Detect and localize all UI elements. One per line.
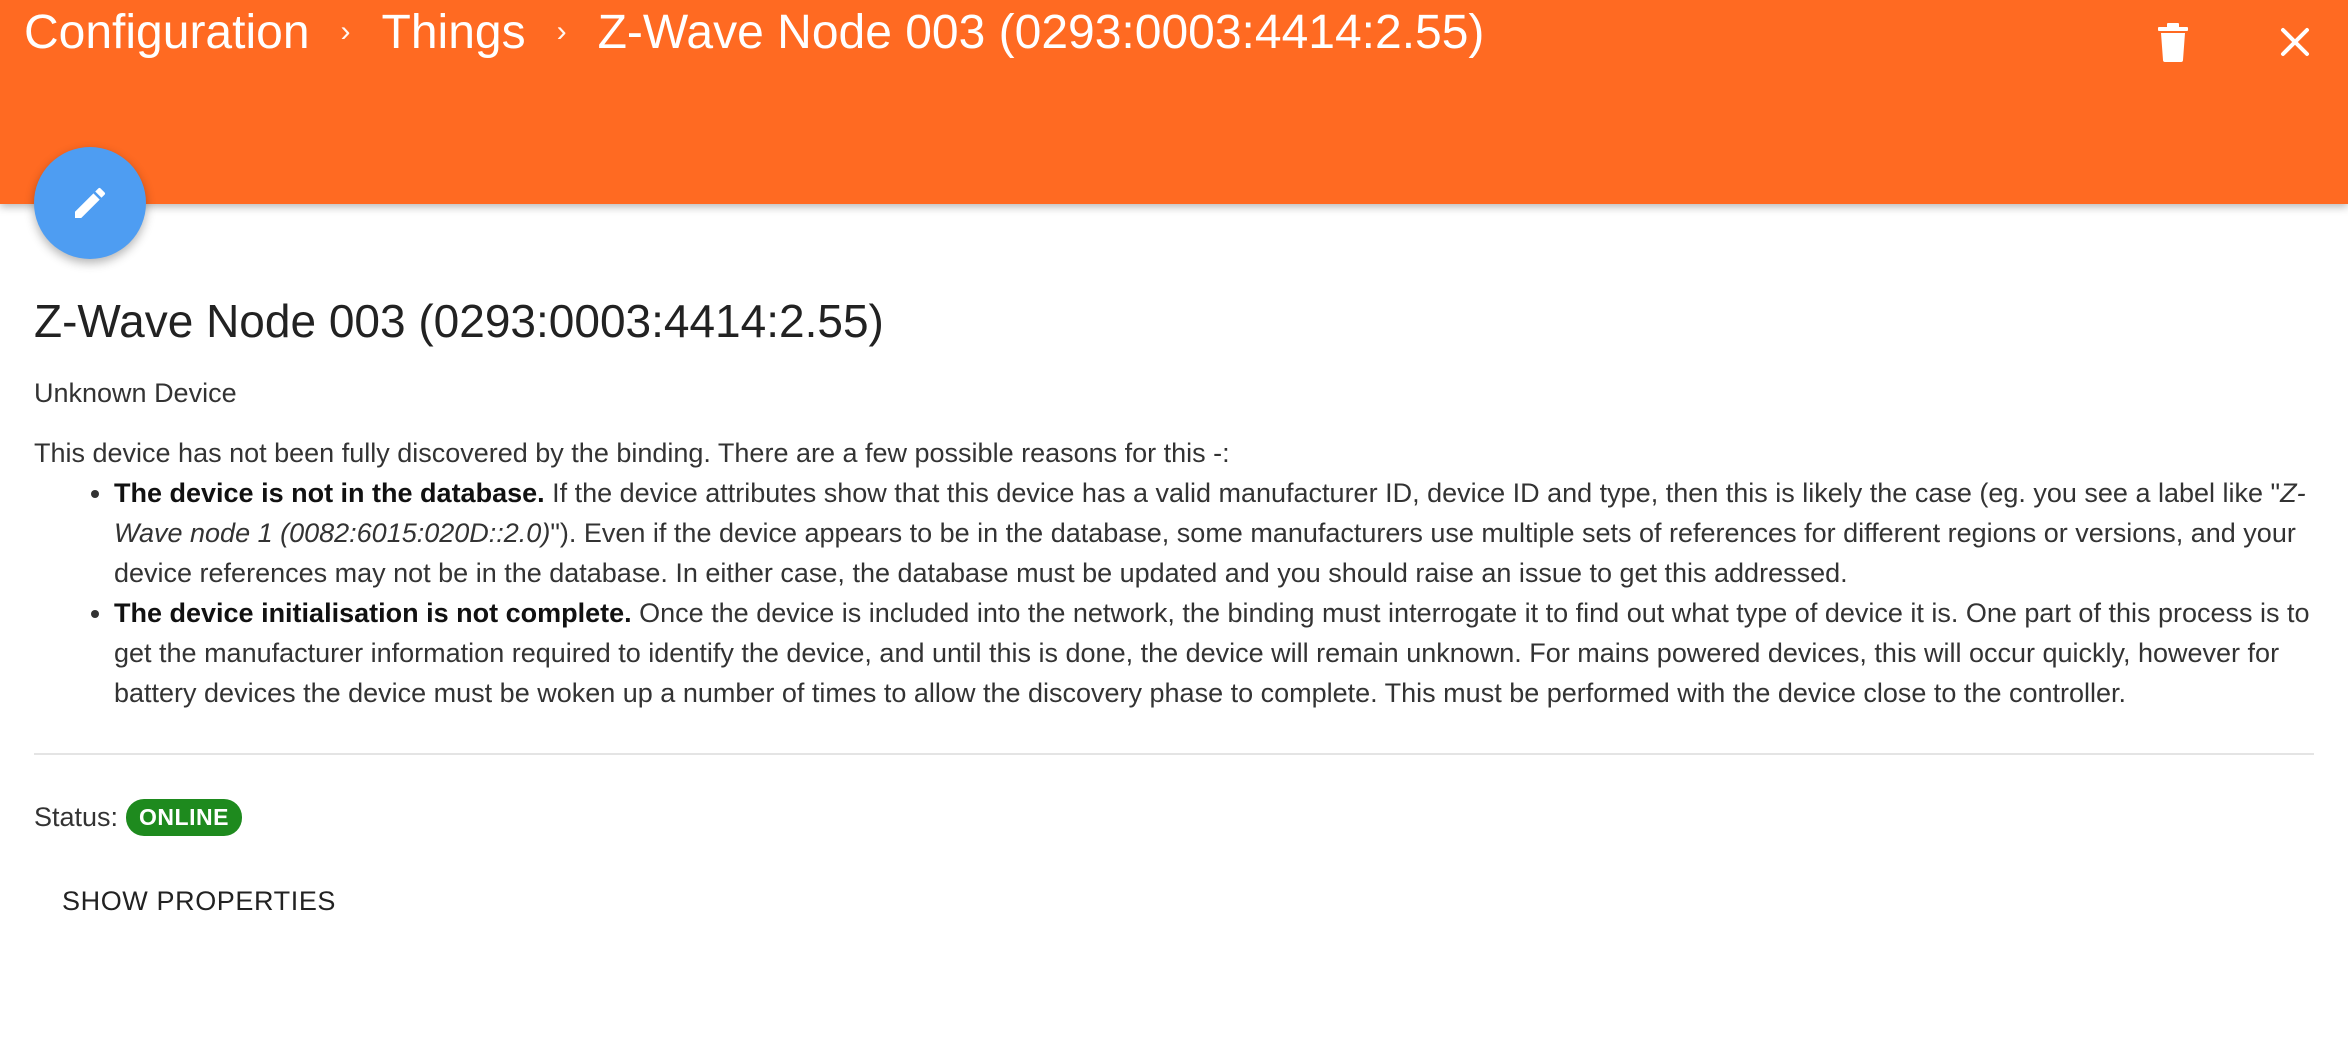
- edit-fab-button[interactable]: [34, 147, 146, 259]
- pencil-icon: [75, 187, 106, 218]
- status-label: Status:: [34, 802, 119, 832]
- description-intro: This device has not been fully discovere…: [34, 438, 1230, 468]
- app-header: Configuration › Things › Z-Wave Node 003…: [0, 0, 2348, 204]
- breadcrumb-configuration[interactable]: Configuration: [24, 5, 310, 60]
- status-row: Status: ONLINE: [34, 799, 2314, 836]
- status-badge: ONLINE: [126, 799, 242, 836]
- breadcrumb-things[interactable]: Things: [382, 5, 526, 60]
- device-title: Z-Wave Node 003 (0293:0003:4414:2.55): [34, 295, 884, 347]
- reason-text: If the device attributes show that this …: [544, 478, 2281, 508]
- delete-button[interactable]: [2143, 12, 2203, 72]
- breadcrumb: Configuration › Things › Z-Wave Node 003…: [24, 0, 1484, 64]
- close-button[interactable]: [2265, 12, 2325, 72]
- breadcrumb-separator: ›: [340, 15, 351, 48]
- show-properties-button[interactable]: SHOW PROPERTIES: [62, 886, 336, 917]
- breadcrumb-current-thing: Z-Wave Node 003 (0293:0003:4414:2.55): [597, 5, 1485, 59]
- reason-item: The device is not in the database. If th…: [114, 473, 2314, 593]
- reason-item: The device initialisation is not complet…: [114, 593, 2314, 713]
- reason-heading: The device initialisation is not complet…: [114, 598, 632, 628]
- device-subtitle: Unknown Device: [34, 378, 237, 408]
- trash-icon: [2158, 23, 2188, 62]
- thing-content: Z-Wave Node 003 (0293:0003:4414:2.55) Un…: [34, 285, 2314, 917]
- close-icon: [2281, 28, 2309, 56]
- breadcrumb-separator: ›: [556, 15, 567, 48]
- device-description: This device has not been fully discovere…: [34, 433, 2314, 713]
- thing-details-page: Configuration › Things › Z-Wave Node 003…: [0, 0, 2348, 1040]
- reasons-list: The device is not in the database. If th…: [34, 473, 2314, 713]
- reason-heading: The device is not in the database.: [114, 478, 545, 508]
- divider: [34, 753, 2314, 755]
